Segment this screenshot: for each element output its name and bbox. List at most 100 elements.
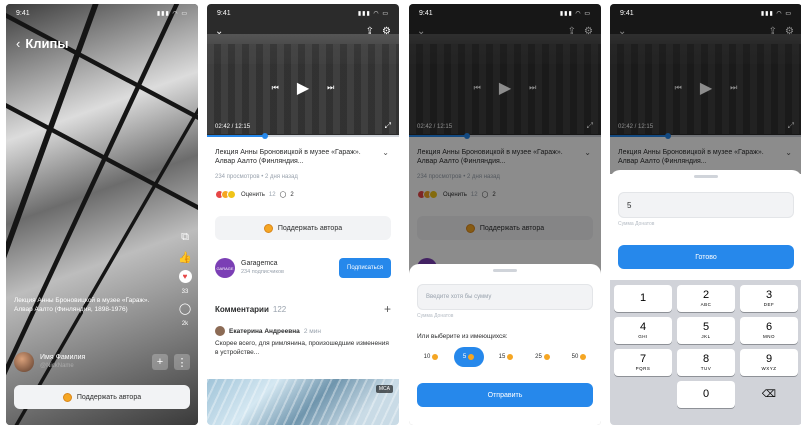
key-digit: 4: [639, 321, 647, 333]
amount-chips: 10 5 15 25 50: [417, 347, 593, 367]
chevron-left-icon: ‹: [16, 36, 21, 51]
channel-row: GARAGE Garagemca 234 подписчиков Подписа…: [215, 256, 391, 280]
avatar[interactable]: [14, 352, 34, 372]
amount-chip[interactable]: 10: [417, 350, 445, 364]
support-author-button[interactable]: Поддержать автора: [14, 385, 190, 409]
progress-knob[interactable]: [261, 133, 268, 139]
key-9[interactable]: 9 WXYZ: [740, 349, 798, 376]
comment-icon[interactable]: ◯: [280, 191, 287, 198]
signal-icon: ▮▮▮ ◠ ▭: [357, 10, 389, 17]
channel-logo[interactable]: GARAGE: [215, 258, 235, 278]
coin-icon: [432, 354, 439, 360]
settings-icon[interactable]: ⚙: [382, 26, 391, 37]
key-0[interactable]: 0: [677, 381, 735, 408]
amount-chip[interactable]: 15: [492, 350, 520, 364]
subtitles-icon[interactable]: ⧉: [178, 230, 192, 244]
more-button[interactable]: ⋮: [174, 354, 190, 370]
coin-icon: [263, 223, 273, 233]
key-4[interactable]: 4 GHI: [614, 317, 672, 344]
amount-chip[interactable]: 5: [453, 347, 484, 367]
amount-input[interactable]: Введите хотя бы сумму: [417, 284, 593, 310]
backspace-icon[interactable]: ⌫: [740, 381, 798, 408]
author-names: Имя Фамилия @NickName: [40, 353, 146, 371]
thumbnail-pattern: [207, 379, 399, 425]
thumbnail-badge: MCA: [375, 385, 393, 393]
key-digit: 1: [639, 291, 647, 304]
signal-icon: ▮▮▮ ◠ ▭: [559, 10, 591, 17]
numeric-keypad: 1 2 ABC 3 DEF 4 GHI 5 JKL 6 MNO 7 PQRS 8 TUV 9W…: [610, 280, 801, 425]
reaction-emojis[interactable]: [215, 190, 236, 199]
comments-count: 122: [272, 304, 287, 314]
key-2[interactable]: 2 ABC: [677, 285, 735, 312]
status-bar: 9:41 ▮▮▮ ◠ ▭: [6, 4, 198, 22]
key-digit: 2: [702, 289, 710, 301]
key-blank: [614, 381, 672, 408]
key-5[interactable]: 5 JKL: [677, 317, 735, 344]
sheet-handle[interactable]: [694, 175, 718, 178]
comments-title: Комментарии: [215, 304, 269, 314]
back-button[interactable]: ‹ Клипы: [16, 36, 68, 51]
signal-icon: ▮▮▮ ◠ ▭: [760, 10, 792, 17]
like-icon[interactable]: 👍: [178, 250, 192, 264]
key-3[interactable]: 3 DEF: [740, 285, 798, 312]
status-bar: 9:41 ▮▮▮ ◠ ▭: [610, 4, 801, 22]
dim-overlay[interactable]: [610, 4, 801, 174]
previous-icon[interactable]: ⏮: [272, 83, 279, 93]
sheet-handle[interactable]: [493, 269, 517, 272]
next-icon[interactable]: ⏭: [327, 83, 334, 93]
send-button[interactable]: Отправить: [417, 383, 593, 407]
key-letters: GHI: [638, 334, 648, 339]
channel-name[interactable]: Garagemca: [241, 259, 333, 268]
coin-icon: [507, 354, 514, 360]
amount-input[interactable]: 5: [618, 192, 794, 218]
collapse-icon[interactable]: ⌄: [215, 26, 223, 37]
channel-names: Garagemca 234 подписчиков: [241, 259, 333, 277]
amount-note: Сумма Донатов: [618, 221, 655, 227]
clip-caption: Лекция Анны Броновицкой в музее «Гараж».…: [14, 297, 150, 313]
comment-author[interactable]: Екатерина Андреевна: [229, 327, 300, 336]
key-8[interactable]: 8 TUV: [677, 349, 735, 376]
coin-icon: [62, 392, 72, 402]
comment-author-row: Екатерина Андреевна 2 мин: [215, 326, 391, 336]
support-author-button[interactable]: Поддержать автора: [215, 216, 391, 240]
play-icon[interactable]: ▶: [297, 78, 309, 98]
author-nick: @NickName: [40, 363, 74, 369]
video-player[interactable]: ⌄ ⇪ ⚙ ⏮ ▶ ⏭ 02:42 / 12:15 ⤢: [207, 4, 399, 135]
reaction-icon: [227, 190, 236, 199]
key-7[interactable]: 7 PQRS: [614, 349, 672, 376]
key-digit: 3: [765, 289, 773, 301]
progress-fill: [207, 135, 265, 137]
rate-label[interactable]: Оценить: [241, 192, 265, 198]
key-1[interactable]: 1: [614, 285, 672, 312]
video-progress[interactable]: [207, 133, 399, 139]
share-icon[interactable]: ⇪: [366, 26, 374, 37]
video-time: 02:42 / 12:15: [215, 124, 251, 130]
comments-header: Комментарии 122 +: [215, 302, 391, 316]
key-digit: 9: [765, 353, 773, 365]
heart-icon[interactable]: ♥: [178, 270, 192, 283]
key-6[interactable]: 6 MNO: [740, 317, 798, 344]
player-controls: ⏮ ▶ ⏭: [272, 78, 335, 98]
likes-count: 33: [181, 289, 189, 295]
comment-icon[interactable]: ◯: [178, 301, 192, 315]
fullscreen-icon[interactable]: ⤢: [385, 121, 391, 131]
channel-subs: 234 подписчиков: [241, 269, 284, 275]
donate-sheet: Введите хотя бы сумму Сумма Донатов Или …: [409, 264, 601, 425]
key-digit: 6: [765, 321, 773, 333]
amount-chip[interactable]: 25: [529, 350, 557, 364]
avatar[interactable]: [215, 326, 225, 336]
subscribe-button[interactable]: Подписаться: [339, 258, 391, 278]
comment-time: 2 мин: [303, 327, 321, 335]
video-meta: 234 просмотров • 2 дня назад: [215, 174, 298, 180]
amount-chip[interactable]: 50: [565, 350, 593, 364]
coin-icon: [543, 354, 550, 360]
add-button[interactable]: +: [152, 354, 168, 370]
next-video-thumbnail[interactable]: MCA: [207, 379, 399, 425]
chevron-down-icon[interactable]: ⌄: [382, 148, 389, 157]
chip-value: 50: [571, 354, 579, 360]
done-button[interactable]: Готово: [618, 245, 794, 269]
comment-count: 2: [290, 191, 294, 198]
chip-value: 15: [498, 354, 506, 360]
amount-note: Сумма Донатов: [417, 313, 454, 319]
add-comment-icon[interactable]: +: [384, 302, 391, 316]
